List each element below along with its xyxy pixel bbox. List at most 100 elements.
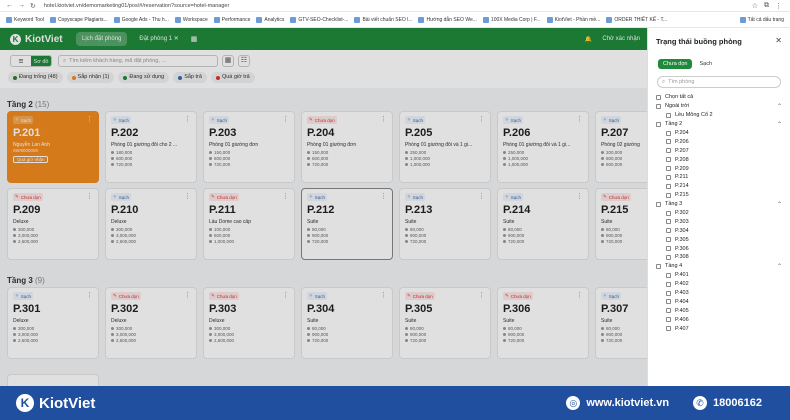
- bookmark-item[interactable]: KiotViet - Phần mề...: [546, 16, 600, 23]
- room-checkbox-row[interactable]: P.204: [656, 129, 784, 138]
- checkbox[interactable]: [666, 308, 671, 314]
- room-checkbox-row[interactable]: P.303: [656, 217, 784, 226]
- bookmark-item[interactable]: Hướng dẫn SEO We...: [418, 16, 477, 23]
- checkbox[interactable]: [666, 326, 671, 332]
- bookmark-item[interactable]: Analytics: [256, 16, 284, 23]
- checkbox[interactable]: [666, 148, 671, 154]
- room-checkbox-row[interactable]: P.215: [656, 191, 784, 200]
- bookmark-item[interactable]: GTV-SEO-Checklist-...: [290, 16, 348, 23]
- room-checkbox-row[interactable]: Chọn tất cả: [656, 93, 784, 102]
- checkbox-label: P.303: [675, 218, 689, 225]
- back-icon[interactable]: ←: [6, 2, 13, 10]
- checkbox-label: Tầng 4: [665, 263, 683, 270]
- checkbox-label: P.401: [675, 272, 689, 279]
- chevron-up-icon[interactable]: ⌃: [777, 103, 782, 110]
- checkbox[interactable]: [666, 317, 671, 323]
- checkbox[interactable]: [666, 157, 671, 163]
- folder-icon: [739, 16, 746, 23]
- bookmark-item[interactable]: 100X Media Corp | F...: [482, 16, 541, 23]
- checkbox[interactable]: [666, 281, 671, 287]
- checkbox[interactable]: [666, 290, 671, 296]
- checkbox-label: P.302: [675, 210, 689, 217]
- room-checkbox-row[interactable]: P.305: [656, 235, 784, 244]
- chevron-up-icon[interactable]: ⌃: [777, 263, 782, 270]
- checkbox[interactable]: [656, 263, 661, 269]
- tab-unclean[interactable]: Chưa dọn: [658, 59, 693, 69]
- room-search-input[interactable]: ⌕ Tìm phòng: [657, 76, 781, 88]
- room-checkbox-row[interactable]: P.208: [656, 155, 784, 164]
- bookmark-item[interactable]: ORDER THIẾT KẾ - T...: [606, 16, 667, 23]
- modal-overlay[interactable]: [0, 28, 647, 386]
- group-checkbox-row[interactable]: Tầng 4 ⌃: [656, 262, 784, 271]
- all-bookmarks-label: Tất cả dấu trang: [747, 16, 784, 23]
- bookmark-icon: [174, 16, 181, 23]
- room-checkbox-row[interactable]: P.304: [656, 226, 784, 235]
- checkbox-label: P.404: [675, 298, 689, 305]
- checkbox[interactable]: [666, 254, 671, 260]
- checkbox[interactable]: [656, 201, 661, 207]
- room-checkbox-row[interactable]: P.308: [656, 253, 784, 262]
- bookmark-label: Copyscape Plagiaris...: [57, 16, 108, 23]
- checkbox[interactable]: [666, 183, 671, 189]
- url-field[interactable]: hotel.kiotviet.vn/demomarketing01/pos/#/…: [44, 3, 229, 9]
- group-checkbox-row[interactable]: Tầng 3 ⌃: [656, 200, 784, 209]
- room-checkbox-row[interactable]: Lều Mông Cổ 2: [656, 111, 784, 120]
- banner-website: www.kiotviet.vn: [586, 397, 670, 409]
- checkbox[interactable]: [666, 246, 671, 252]
- reload-icon[interactable]: ↻: [30, 2, 36, 10]
- bookmark-item[interactable]: Bài viết chuẩn SEO l...: [354, 16, 412, 23]
- group-checkbox-row[interactable]: Tầng 2 ⌃: [656, 120, 784, 129]
- checkbox[interactable]: [656, 103, 661, 109]
- checkbox[interactable]: [666, 130, 671, 136]
- room-checkbox-row[interactable]: P.209: [656, 164, 784, 173]
- room-checkbox-row[interactable]: P.211: [656, 173, 784, 182]
- forward-icon[interactable]: →: [18, 2, 25, 10]
- bookmark-item[interactable]: Performance: [213, 16, 250, 23]
- bookmark-label: Workspace: [182, 16, 208, 23]
- checkbox[interactable]: [666, 139, 671, 145]
- bookmark-item[interactable]: Google Ads - Thu h...: [113, 16, 169, 23]
- checkbox[interactable]: [666, 299, 671, 305]
- checkbox[interactable]: [666, 219, 671, 225]
- menu-icon[interactable]: ⋮: [775, 2, 782, 10]
- bookmark-item[interactable]: Copyscape Plagiaris...: [49, 16, 108, 23]
- room-checkbox-row[interactable]: P.214: [656, 182, 784, 191]
- checkbox[interactable]: [666, 166, 671, 172]
- checkbox[interactable]: [666, 210, 671, 216]
- room-checkbox-row[interactable]: P.207: [656, 146, 784, 155]
- chevron-up-icon[interactable]: ⌃: [777, 201, 782, 208]
- room-checklist: Chọn tất cả Ngoài trời ⌃ Lều Mông Cổ 2 Tầng …: [656, 93, 784, 333]
- room-checkbox-row[interactable]: P.402: [656, 280, 784, 289]
- checkbox[interactable]: [666, 272, 671, 278]
- checkbox-label: P.403: [675, 290, 689, 297]
- checkbox[interactable]: [666, 192, 671, 198]
- checkbox[interactable]: [666, 237, 671, 243]
- bookmark-item[interactable]: Workspace: [174, 16, 208, 23]
- checkbox-label: P.402: [675, 281, 689, 288]
- room-checkbox-row[interactable]: P.206: [656, 137, 784, 146]
- room-checkbox-row[interactable]: P.306: [656, 244, 784, 253]
- room-checkbox-row[interactable]: P.405: [656, 306, 784, 315]
- bookmark-item[interactable]: Keyword Tool: [6, 16, 44, 23]
- checkbox[interactable]: [656, 94, 661, 100]
- all-bookmarks[interactable]: Tất cả dấu trang: [739, 16, 784, 23]
- checkbox-label: P.305: [675, 236, 689, 243]
- checkbox[interactable]: [666, 174, 671, 180]
- bookmark-icon: [213, 16, 220, 23]
- checkbox[interactable]: [666, 112, 671, 118]
- close-icon[interactable]: ✕: [775, 36, 782, 45]
- room-checkbox-row[interactable]: P.406: [656, 315, 784, 324]
- tab-clean[interactable]: Sạch: [694, 59, 717, 69]
- room-checkbox-row[interactable]: P.401: [656, 271, 784, 280]
- room-checkbox-row[interactable]: P.404: [656, 297, 784, 306]
- bookmark-icon: [606, 16, 613, 23]
- room-checkbox-row[interactable]: P.407: [656, 324, 784, 333]
- room-checkbox-row[interactable]: P.302: [656, 209, 784, 218]
- checkbox[interactable]: [666, 228, 671, 234]
- chevron-up-icon[interactable]: ⌃: [777, 121, 782, 128]
- group-checkbox-row[interactable]: Ngoài trời ⌃: [656, 102, 784, 111]
- checkbox[interactable]: [656, 121, 661, 127]
- star-icon[interactable]: ☆: [752, 2, 758, 10]
- extensions-icon[interactable]: ⧉: [764, 2, 769, 10]
- room-checkbox-row[interactable]: P.403: [656, 289, 784, 298]
